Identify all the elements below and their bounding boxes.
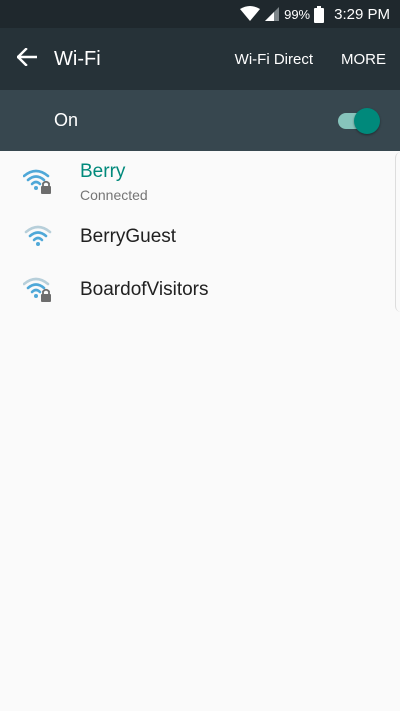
network-item-berry[interactable]: Berry Connected (0, 151, 400, 211)
arrow-back-icon (16, 46, 38, 71)
network-name: Berry (80, 161, 126, 182)
wifi-toggle-switch[interactable] (336, 107, 380, 134)
page-title: Wi-Fi (54, 47, 101, 70)
app-bar: Wi-Fi Wi-Fi Direct MORE (0, 28, 400, 90)
network-list: Berry Connected BerryGuest BoardofVisito… (0, 151, 400, 317)
network-status: Connected (80, 187, 148, 203)
clock: 3:29 PM (334, 5, 390, 23)
wifi-lock-icon (0, 169, 80, 195)
network-item-boardofvisitors[interactable]: BoardofVisitors (0, 263, 400, 317)
battery-percentage: 99% (284, 6, 311, 22)
network-name: BerryGuest (80, 226, 177, 247)
network-item-berryguest[interactable]: BerryGuest (0, 211, 400, 263)
wifi-lock-icon (0, 277, 80, 303)
toggle-label: On (54, 110, 79, 130)
wifi-toggle-row[interactable]: On (0, 90, 400, 151)
wifi-signal-icon (240, 6, 261, 22)
network-name: BoardofVisitors (80, 279, 209, 300)
wifi-direct-button[interactable]: Wi-Fi Direct (221, 28, 327, 90)
more-button[interactable]: MORE (327, 28, 400, 90)
scroll-edge-indicator (395, 152, 400, 312)
cell-signal-icon (264, 6, 280, 22)
battery-icon (314, 5, 325, 23)
wifi-icon (0, 224, 80, 250)
switch-thumb (354, 107, 380, 134)
back-button[interactable] (0, 28, 54, 90)
status-bar: 99% 3:29 PM (0, 0, 400, 28)
